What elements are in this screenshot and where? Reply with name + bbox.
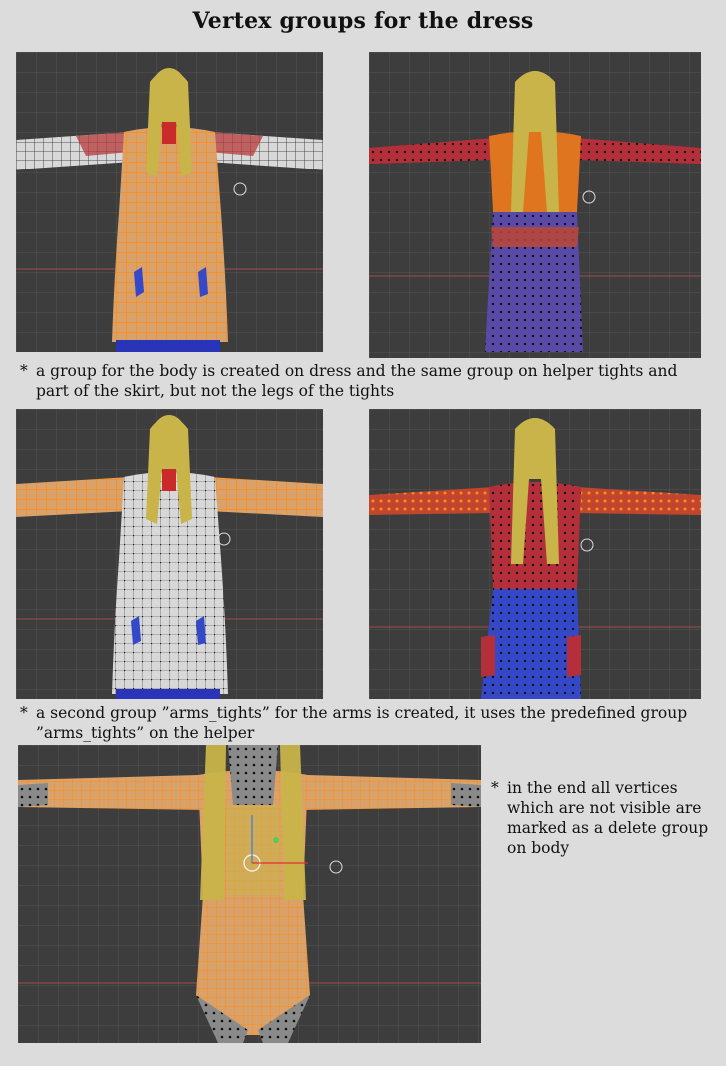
caption-text: a group for the body is created on dress…: [36, 362, 678, 400]
helper-arms-group-view: [369, 409, 701, 699]
dress-body-group-render: [16, 68, 323, 352]
helper-body-group-render: [369, 71, 701, 352]
caption-text: in the end all vertices which are not vi…: [507, 779, 709, 857]
body-delete-group-view: [18, 745, 481, 1043]
caption-body-group: * a group for the body is created on dre…: [20, 361, 700, 401]
helper-body-group-view: [369, 52, 701, 358]
helper-arms-group-render: [369, 418, 701, 699]
page-title: Vertex groups for the dress: [192, 8, 534, 34]
caption-arms-group: * a second group ”arms_tights” for the a…: [20, 703, 710, 743]
caption-text: a second group ”arms_tights” for the arm…: [36, 704, 688, 742]
caption-bullet: *: [491, 779, 499, 797]
body-delete-group-render: [18, 745, 481, 1043]
dress-arms-group-view: [16, 409, 323, 699]
caption-delete-group: * in the end all vertices which are not …: [491, 778, 713, 858]
dress-body-group-view: [16, 52, 323, 352]
dress-arms-group-render: [16, 415, 323, 699]
caption-bullet: *: [20, 362, 28, 380]
caption-bullet: *: [20, 704, 28, 722]
